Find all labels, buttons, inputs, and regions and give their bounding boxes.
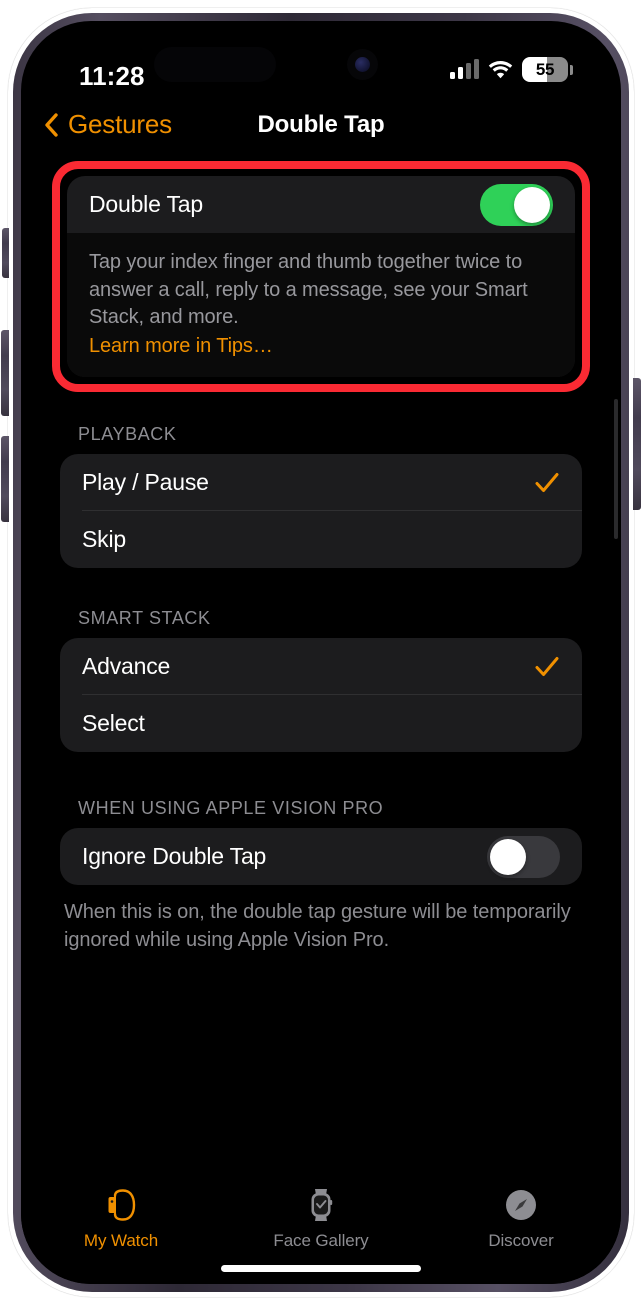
option-label: Advance: [82, 653, 171, 680]
ignore-double-tap-toggle[interactable]: [487, 835, 560, 878]
battery-percent: 55: [535, 59, 555, 79]
compass-icon: [503, 1186, 539, 1224]
checkmark-icon: [535, 656, 559, 676]
navigation-bar: Gestures Double Tap: [21, 99, 621, 155]
volume-up-button[interactable]: [1, 330, 9, 416]
action-button[interactable]: [2, 228, 9, 278]
screenshot-stage: 11:28 55 Gestures Double Tap Double Tap …: [0, 0, 642, 1305]
double-tap-group: Double Tap Tap your index finger and thu…: [67, 176, 575, 378]
battery-icon: 55: [522, 57, 573, 82]
playback-group: Play / Pause Skip: [60, 454, 582, 569]
option-label: Select: [82, 710, 145, 737]
watch-face-icon: [306, 1186, 336, 1224]
smart-stack-section-header: SMART STACK: [78, 608, 211, 629]
playback-option-play-pause[interactable]: Play / Pause: [60, 454, 582, 512]
tab-bar: My Watch Face Gallery Discover: [21, 1172, 621, 1284]
option-label: Play / Pause: [82, 469, 209, 496]
status-time: 11:28: [79, 61, 145, 91]
tab-label: Discover: [488, 1231, 554, 1250]
smart-stack-group: Advance Select: [60, 638, 582, 753]
front-camera-icon: [347, 49, 378, 80]
power-button[interactable]: [633, 378, 641, 510]
status-bar: 11:28 55: [21, 21, 621, 93]
dynamic-island: [154, 47, 276, 82]
watch-side-icon: [104, 1186, 138, 1224]
vision-pro-section-header: WHEN USING APPLE VISION PRO: [78, 798, 384, 819]
phone-screen: 11:28 55 Gestures Double Tap Double Tap …: [21, 21, 621, 1284]
smart-stack-option-advance[interactable]: Advance: [60, 638, 582, 696]
tab-label: Face Gallery: [273, 1231, 369, 1250]
tab-face-gallery[interactable]: Face Gallery: [221, 1186, 421, 1251]
home-indicator[interactable]: [221, 1265, 421, 1272]
status-indicators: 55: [450, 57, 573, 82]
highlight-annotation: Double Tap Tap your index finger and thu…: [52, 161, 590, 393]
smart-stack-option-select[interactable]: Select: [60, 695, 582, 752]
double-tap-toggle[interactable]: [480, 183, 553, 226]
checkmark-icon: [535, 472, 559, 492]
tab-label: My Watch: [83, 1231, 159, 1250]
vision-pro-group: Ignore Double Tap: [60, 828, 582, 886]
settings-content: Double Tap Tap your index finger and thu…: [21, 161, 621, 1284]
ignore-double-tap-row[interactable]: Ignore Double Tap: [60, 828, 582, 885]
battery-nub: [570, 64, 573, 75]
double-tap-description: Tap your index finger and thumb together…: [89, 251, 528, 329]
volume-down-button[interactable]: [1, 436, 9, 522]
wifi-icon: [488, 61, 513, 79]
double-tap-label: Double Tap: [89, 191, 203, 217]
vision-pro-description: When this is on, the double tap gesture …: [64, 901, 571, 951]
double-tap-description-block: Tap your index finger and thumb together…: [67, 233, 575, 378]
tab-my-watch[interactable]: My Watch: [21, 1186, 221, 1251]
playback-section-header: PLAYBACK: [78, 424, 177, 445]
toggle-knob: [514, 186, 550, 223]
playback-option-skip[interactable]: Skip: [60, 511, 582, 568]
toggle-knob: [490, 838, 526, 875]
cellular-signal-icon: [450, 59, 479, 79]
tab-discover[interactable]: Discover: [421, 1186, 621, 1251]
page-title: Double Tap: [257, 111, 385, 138]
double-tap-row[interactable]: Double Tap: [67, 176, 575, 233]
option-label: Skip: [82, 526, 126, 553]
learn-more-link[interactable]: Learn more in Tips…: [89, 333, 553, 361]
ignore-double-tap-label: Ignore Double Tap: [82, 843, 267, 870]
